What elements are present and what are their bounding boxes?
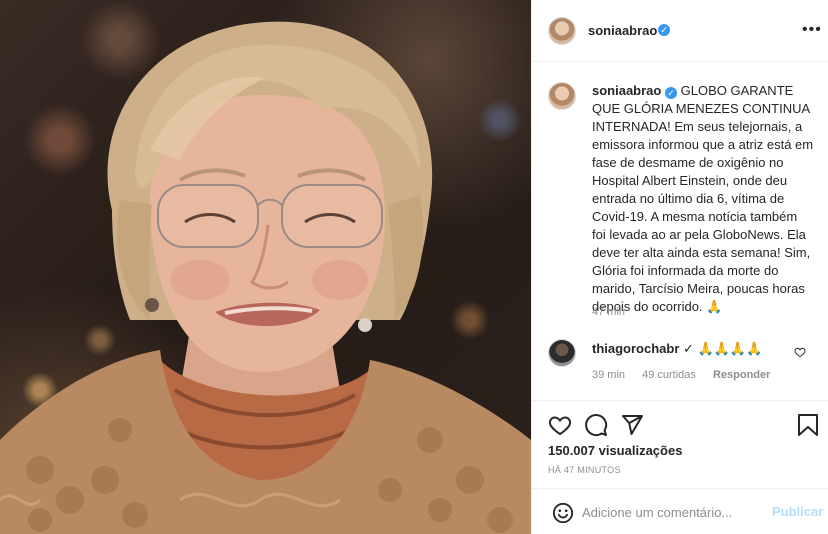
comment-meta: 39 min 49 curtidas Responder	[592, 369, 784, 381]
author-username[interactable]: soniaabrao	[588, 23, 657, 38]
emoji-icon[interactable]	[552, 502, 574, 524]
comment: thiagorochabr ✓ 🙏🙏🙏🙏	[592, 341, 802, 357]
caption-verified-badge-icon: ✓	[664, 87, 677, 99]
post-sidebar: soniaabrao ✓ ••• soniaabrao ✓ GLOBO GARA…	[531, 0, 828, 534]
author-avatar[interactable]	[548, 17, 576, 45]
comment-timestamp[interactable]: 39 min	[592, 369, 625, 381]
comment-composer: Publicar	[532, 488, 828, 534]
caption: soniaabrao ✓ GLOBO GARANTE QUE GLÓRIA ME…	[592, 82, 814, 316]
views-count[interactable]: 150.007 visualizações	[548, 443, 682, 458]
save-bookmark-icon[interactable]	[797, 413, 819, 437]
portrait-illustration	[0, 21, 531, 534]
publish-button[interactable]: Publicar	[772, 504, 823, 519]
more-options-icon[interactable]: •••	[802, 22, 822, 38]
caption-timestamp[interactable]: 47 min	[592, 306, 625, 318]
comment-input[interactable]	[582, 502, 762, 522]
comment-verified-badge-icon: ✓	[683, 341, 694, 356]
post-header: soniaabrao ✓ •••	[532, 0, 828, 62]
like-heart-icon[interactable]	[548, 413, 572, 437]
comment-text: 🙏🙏🙏🙏	[697, 341, 763, 356]
post-date[interactable]: HÁ 47 MINUTOS	[548, 465, 621, 475]
comment-username[interactable]: thiagorochabr	[592, 341, 679, 356]
share-paper-plane-icon[interactable]	[620, 413, 644, 437]
comment-bubble-icon[interactable]	[584, 413, 608, 437]
caption-author-avatar[interactable]	[548, 82, 576, 110]
like-comment-heart-icon[interactable]	[794, 346, 806, 358]
verified-badge-icon: ✓	[658, 24, 670, 36]
comment-likes[interactable]: 49 curtidas	[642, 369, 696, 381]
reply-button[interactable]: Responder	[713, 369, 770, 381]
post-photo[interactable]	[0, 0, 531, 534]
caption-text: GLOBO GARANTE QUE GLÓRIA MENEZES CONTINU…	[592, 83, 814, 314]
commenter-avatar[interactable]	[548, 339, 576, 367]
caption-username[interactable]: soniaabrao	[592, 83, 661, 98]
